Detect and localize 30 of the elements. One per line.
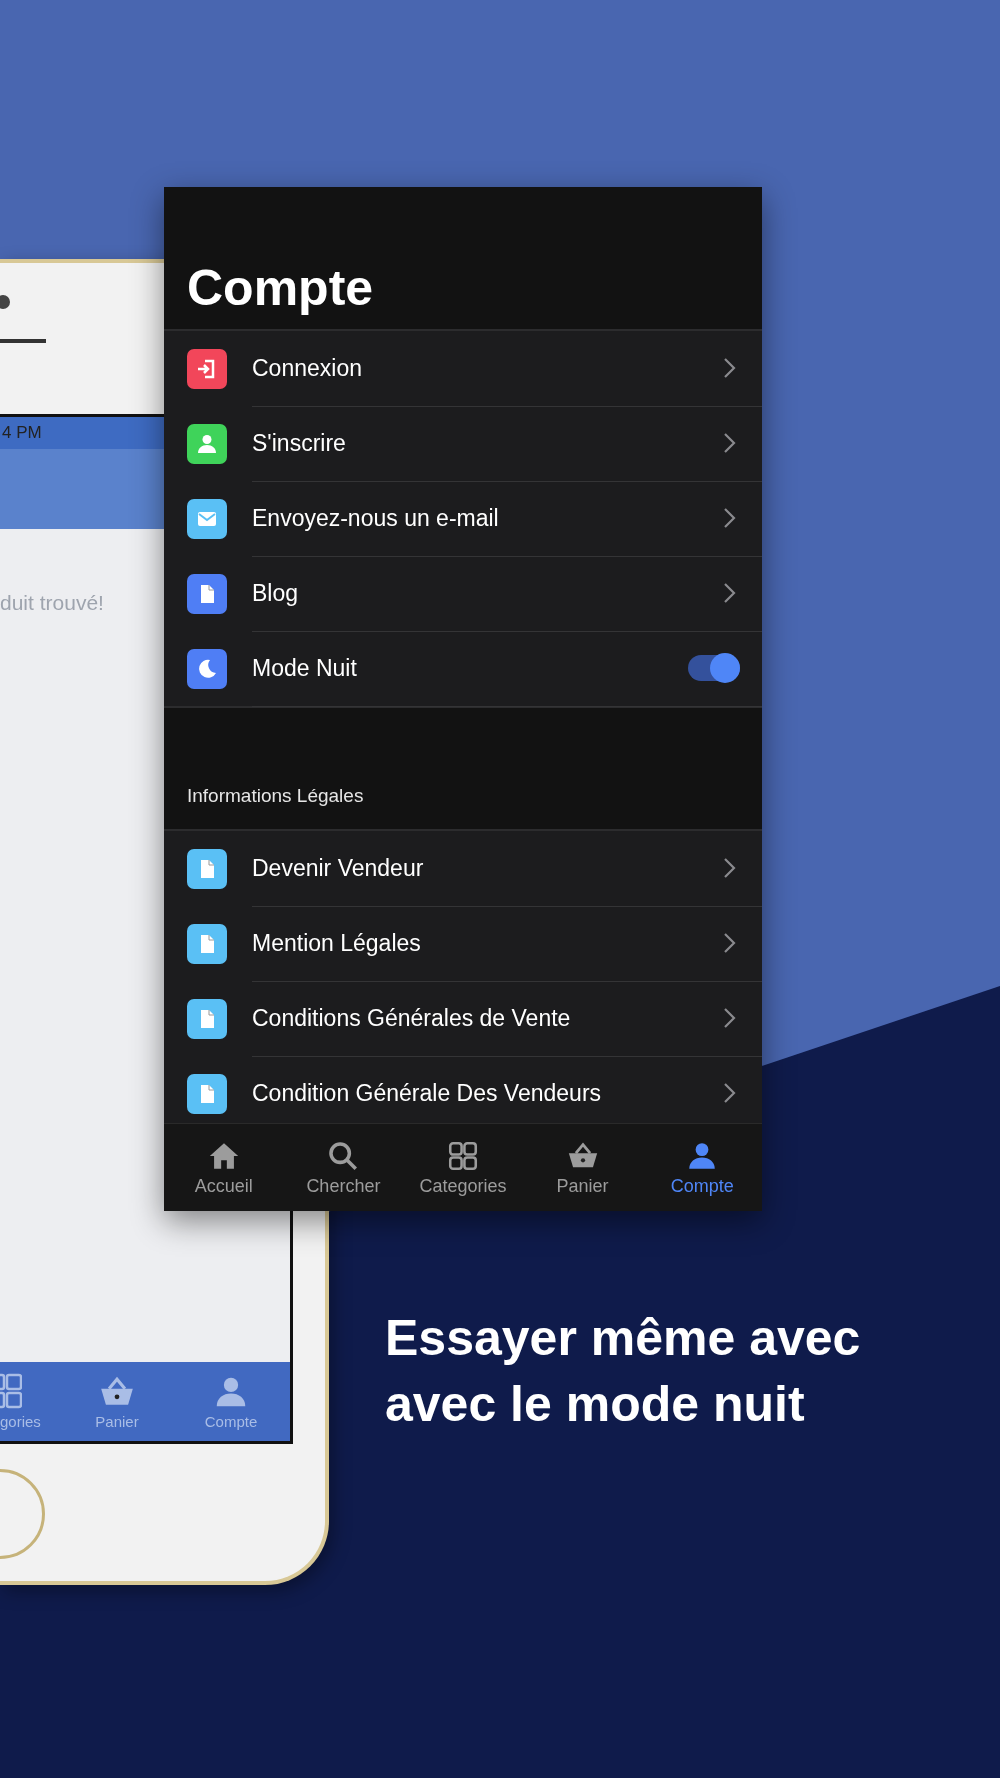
chevron-icon bbox=[722, 507, 736, 529]
chevron-icon bbox=[722, 357, 736, 379]
menu-item[interactable]: Connexion bbox=[164, 331, 762, 406]
chevron-icon bbox=[722, 857, 736, 879]
menu-item[interactable]: Envoyez-nous un e-mail bbox=[164, 481, 762, 556]
promo-caption: avec le mode nuit bbox=[385, 1375, 806, 1434]
menu-item[interactable]: Devenir Vendeur bbox=[164, 831, 762, 906]
chevron-icon bbox=[722, 582, 736, 604]
chevron-icon bbox=[722, 932, 736, 954]
empty-message: duit trouvé! bbox=[0, 591, 104, 614]
grid-icon bbox=[0, 1373, 22, 1411]
menu-item[interactable]: S'inscrire bbox=[164, 406, 762, 481]
menu-item[interactable]: Conditions Générales de Vente bbox=[164, 981, 762, 1056]
screen-title: Compte bbox=[187, 259, 374, 317]
menu-item[interactable]: Mode Nuit bbox=[164, 631, 762, 706]
tab[interactable]: Panier bbox=[522, 1124, 643, 1211]
status-time: 4 PM bbox=[1, 423, 42, 443]
menu-item[interactable]: Condition Générale Des Vendeurs bbox=[164, 1056, 762, 1123]
tab[interactable]: Chercher bbox=[283, 1124, 404, 1211]
chevron-icon bbox=[722, 432, 736, 454]
section-header: Informations Légales bbox=[187, 785, 364, 807]
tab[interactable]: Accueil bbox=[164, 1124, 284, 1211]
chevron-icon bbox=[722, 1007, 736, 1029]
chevron-icon bbox=[722, 1082, 736, 1104]
tab[interactable]: Compte bbox=[642, 1124, 762, 1211]
tab[interactable]: Categories bbox=[403, 1124, 523, 1211]
promo-caption: Essayer même avec bbox=[385, 1309, 861, 1368]
night-mode-switch[interactable] bbox=[688, 655, 740, 681]
menu-item[interactable]: Mention Légales bbox=[164, 906, 762, 981]
menu-item[interactable]: Blog bbox=[164, 556, 762, 631]
